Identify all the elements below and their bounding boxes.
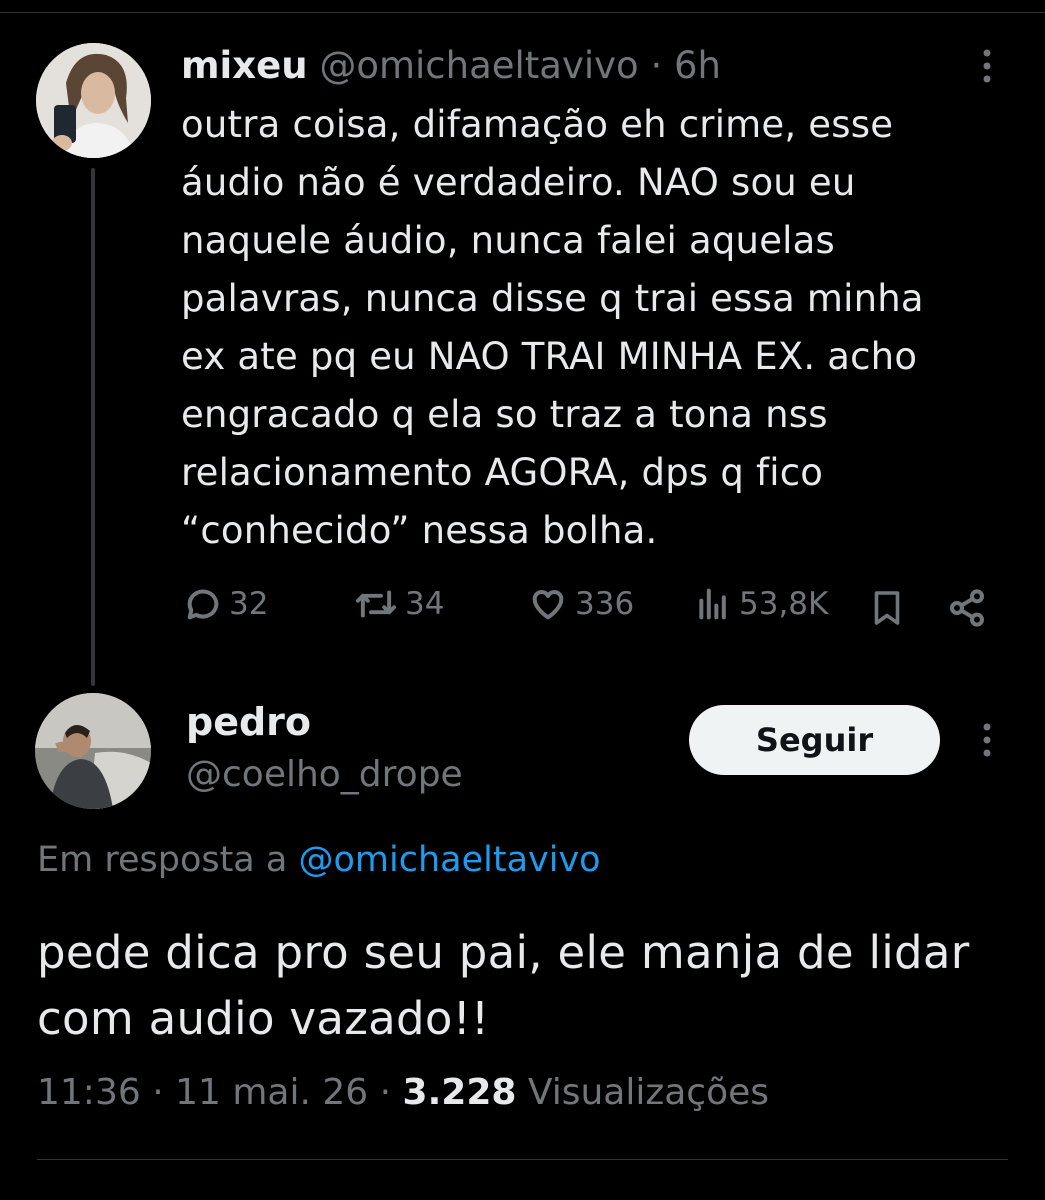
repost-count: 34 [405, 586, 445, 622]
reply-context: Em resposta a @omichaeltavivo [37, 840, 601, 880]
tweet-header: mixeu @omichaeltavivo · 6h [181, 44, 721, 87]
reply-handle[interactable]: @coelho_drope [186, 754, 463, 795]
timestamp[interactable]: 6h [674, 44, 721, 87]
reply-count: 32 [229, 586, 269, 622]
top-divider [0, 12, 1045, 13]
reply-display-name[interactable]: pedro [186, 700, 311, 744]
handle[interactable]: @omichaeltavivo [319, 44, 638, 87]
reply-views-count[interactable]: 3.228 [403, 1072, 517, 1113]
repost-icon [355, 590, 397, 618]
reply-text: pede dica pro seu pai, ele manja de lida… [37, 926, 970, 1045]
meta-separator: · [152, 1072, 164, 1113]
reply-icon [187, 589, 219, 620]
repost-button[interactable]: 34 [353, 584, 444, 624]
reply-prefix: Em resposta a [37, 840, 288, 880]
like-icon [532, 590, 564, 620]
separator: · [650, 44, 663, 87]
thread-line [91, 168, 95, 686]
reply-views-label[interactable]: Visualizações [528, 1072, 769, 1113]
like-button[interactable]: 336 [527, 584, 634, 624]
avatar-pedro[interactable] [35, 693, 151, 809]
reply-more-icon[interactable] [972, 722, 1002, 758]
reply-time[interactable]: 11:36 [37, 1072, 141, 1113]
display-name[interactable]: mixeu [181, 44, 308, 87]
reply-date[interactable]: 11 mai. 26 [175, 1072, 368, 1113]
avatar-mixeu[interactable] [36, 43, 151, 158]
tweet-text: outra coisa, difamação eh crime, esse áu… [181, 103, 924, 552]
views-count: 53,8K [739, 586, 829, 622]
share-icon[interactable] [945, 584, 989, 632]
reply-button[interactable]: 32 [183, 584, 268, 624]
views-icon [699, 588, 726, 620]
reply-to-link[interactable]: @omichaeltavivo [298, 840, 600, 880]
follow-button[interactable]: Seguir [689, 705, 940, 775]
reply-meta: 11:36 · 11 mai. 26 · 3.228 Visualizações [37, 1072, 769, 1113]
bottom-divider [37, 1159, 1008, 1160]
tweet-actions: 32 34 336 53,8K [181, 584, 1001, 632]
like-count: 336 [575, 586, 635, 622]
more-icon[interactable] [972, 48, 1002, 84]
bookmark-icon[interactable] [867, 584, 907, 632]
meta-separator: · [379, 1072, 392, 1113]
views-button[interactable]: 53,8K [693, 584, 828, 624]
